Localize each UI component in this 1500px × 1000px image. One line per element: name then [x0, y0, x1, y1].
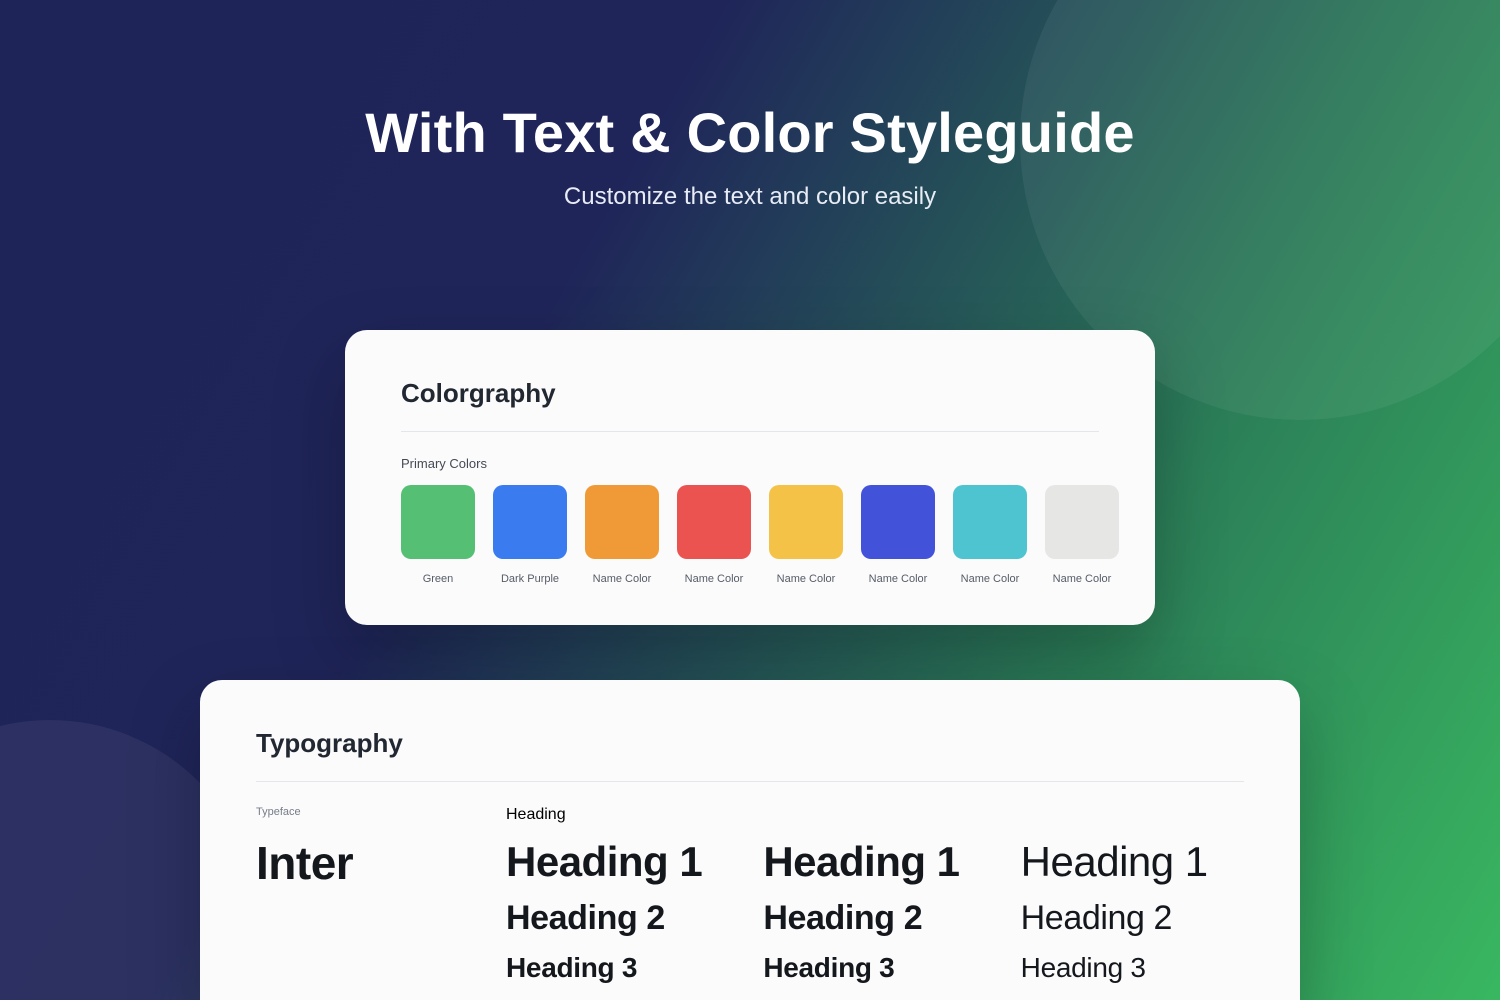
swatch-label: Name Color	[961, 573, 1020, 585]
typography-title: Typography	[256, 728, 1244, 759]
typeface-col-label: Typeface	[256, 806, 466, 818]
swatch-generic: Name Color	[677, 485, 751, 585]
swatch-label: Name Color	[869, 573, 928, 585]
swatch-dark-purple: Dark Purple	[493, 485, 567, 585]
swatch-green: Green	[401, 485, 475, 585]
hero-stage: With Text & Color Styleguide Customize t…	[0, 0, 1500, 1000]
heading-col-label-spacer	[1021, 806, 1244, 824]
sample-h2-black: Heading 2	[506, 900, 729, 937]
heading-col-black: Heading Heading 1 Heading 2 Heading 3	[506, 806, 729, 984]
swatch-box	[493, 485, 567, 559]
sample-h3-black: Heading 3	[506, 953, 729, 984]
sample-h2-bold: Heading 2	[763, 900, 986, 937]
heading-col-bold: Heading 1 Heading 2 Heading 3	[763, 806, 986, 984]
divider	[401, 431, 1099, 432]
swatch-label: Name Color	[777, 573, 836, 585]
sample-h3-regular: Heading 3	[1021, 953, 1244, 984]
swatch-box	[401, 485, 475, 559]
swatch-label: Green	[423, 573, 454, 585]
typeface-name: Inter	[256, 836, 466, 890]
swatch-generic: Name Color	[861, 485, 935, 585]
swatch-box	[677, 485, 751, 559]
swatch-label: Dark Purple	[501, 573, 559, 585]
hero-text: With Text & Color Styleguide Customize t…	[0, 100, 1500, 211]
sample-h3-bold: Heading 3	[763, 953, 986, 984]
swatch-row: Green Dark Purple Name Color Name Color …	[401, 485, 1099, 585]
typeface-column: Typeface Inter	[256, 806, 466, 984]
colorgraphy-title: Colorgraphy	[401, 378, 1099, 409]
typography-card: Typography Typeface Inter Heading Headin…	[200, 680, 1300, 1000]
hero-title: With Text & Color Styleguide	[0, 100, 1500, 165]
heading-col-label-spacer	[763, 806, 986, 824]
swatch-box	[769, 485, 843, 559]
colorgraphy-card: Colorgraphy Primary Colors Green Dark Pu…	[345, 330, 1155, 625]
swatch-generic: Name Color	[585, 485, 659, 585]
sample-h1-regular: Heading 1	[1021, 840, 1244, 884]
swatch-generic: Name Color	[1045, 485, 1119, 585]
heading-col-label: Heading	[506, 806, 729, 824]
swatch-box	[585, 485, 659, 559]
heading-col-regular: Heading 1 Heading 2 Heading 3	[1021, 806, 1244, 984]
swatch-label: Name Color	[685, 573, 744, 585]
primary-colors-label: Primary Colors	[401, 456, 1099, 471]
divider	[256, 781, 1244, 782]
sample-h2-regular: Heading 2	[1021, 900, 1244, 937]
swatch-generic: Name Color	[953, 485, 1027, 585]
sample-h1-black: Heading 1	[506, 840, 729, 884]
swatch-box	[953, 485, 1027, 559]
swatch-box	[861, 485, 935, 559]
sample-h1-bold: Heading 1	[763, 840, 986, 884]
heading-samples: Heading Heading 1 Heading 2 Heading 3 He…	[506, 806, 1244, 984]
swatch-box	[1045, 485, 1119, 559]
swatch-label: Name Color	[1053, 573, 1112, 585]
swatch-label: Name Color	[593, 573, 652, 585]
swatch-generic: Name Color	[769, 485, 843, 585]
hero-subtitle: Customize the text and color easily	[0, 183, 1500, 211]
